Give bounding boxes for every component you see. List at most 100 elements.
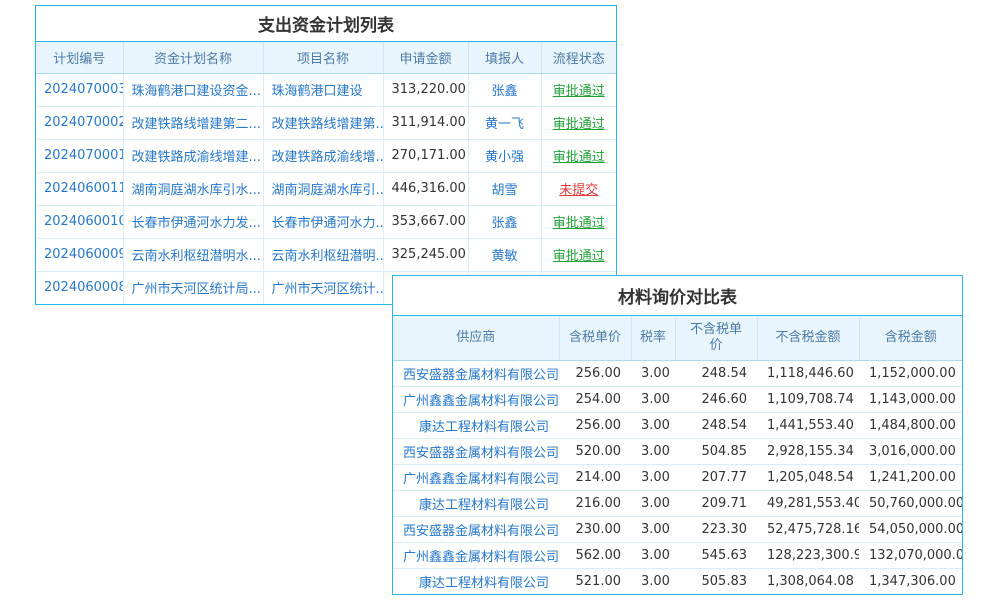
status-link[interactable]: 审批通过 [553,84,605,99]
amount-cell: 311,914.00 [383,106,468,139]
supplier-cell[interactable]: 康达工程材料有限公司 [393,568,559,594]
supplier-cell[interactable]: 西安盛器金属材料有限公司 [393,360,559,386]
table-row: 康达工程材料有限公司 521.00 3.00 505.83 1,308,064.… [393,568,962,594]
net-amount-cell: 49,281,553.40 [757,490,859,516]
expense-plan-table: 计划编号 资金计划名称 项目名称 申请金额 填报人 流程状态 202407000… [36,42,616,304]
tax-rate-cell: 3.00 [631,438,675,464]
tax-amount-cell: 1,143,000.00 [859,386,962,412]
col-header-project-name: 项目名称 [263,42,383,73]
table-row: 广州鑫鑫金属材料有限公司 562.00 3.00 545.63 128,223,… [393,542,962,568]
plan-no-cell[interactable]: 2024070001 [36,139,123,172]
status-cell: 审批通过 [541,73,616,106]
tax-amount-cell: 1,241,200.00 [859,464,962,490]
project-name-cell[interactable]: 湖南洞庭湖水库引... [263,172,383,205]
status-link[interactable]: 审批通过 [553,216,605,231]
supplier-cell[interactable]: 广州鑫鑫金属材料有限公司 [393,464,559,490]
reporter-cell[interactable]: 黄小强 [468,139,541,172]
fund-name-cell[interactable]: 改建铁路成渝线增建... [123,139,263,172]
col-header-tax-price: 含税单价 [559,316,631,360]
supplier-cell[interactable]: 康达工程材料有限公司 [393,412,559,438]
fund-name-cell[interactable]: 广州市天河区统计局... [123,271,263,304]
reporter-cell[interactable]: 黄敏 [468,238,541,271]
col-header-fund-name: 资金计划名称 [123,42,263,73]
status-cell: 审批通过 [541,238,616,271]
fund-name-cell[interactable]: 珠海鹤港口建设资金... [123,73,263,106]
project-name-cell[interactable]: 云南水利枢纽潜明... [263,238,383,271]
expense-plan-title: 支出资金计划列表 [36,6,616,42]
col-header-amount: 申请金额 [383,42,468,73]
reporter-cell[interactable]: 胡雪 [468,172,541,205]
tax-price-cell: 520.00 [559,438,631,464]
table-row: 广州鑫鑫金属材料有限公司 214.00 3.00 207.77 1,205,04… [393,464,962,490]
table-row: 2024060011 湖南洞庭湖水库引水... 湖南洞庭湖水库引... 446,… [36,172,616,205]
status-link[interactable]: 审批通过 [553,150,605,165]
net-price-cell: 504.85 [675,438,757,464]
reporter-cell[interactable]: 张鑫 [468,73,541,106]
project-name-cell[interactable]: 改建铁路成渝线增... [263,139,383,172]
status-cell: 未提交 [541,172,616,205]
status-cell: 审批通过 [541,205,616,238]
supplier-cell[interactable]: 西安盛器金属材料有限公司 [393,516,559,542]
amount-cell: 446,316.00 [383,172,468,205]
table-row: 2024070001 改建铁路成渝线增建... 改建铁路成渝线增... 270,… [36,139,616,172]
material-compare-table: 供应商 含税单价 税率 不含税单价 不含税金额 含税金额 西安盛器金属材料有限公… [393,316,962,594]
col-header-net-amount: 不含税金额 [757,316,859,360]
project-name-cell[interactable]: 珠海鹤港口建设 [263,73,383,106]
col-header-status: 流程状态 [541,42,616,73]
tax-rate-cell: 3.00 [631,464,675,490]
expense-plan-panel: 支出资金计划列表 计划编号 资金计划名称 项目名称 申请金额 填报人 流程状态 … [35,5,617,305]
material-compare-title: 材料询价对比表 [393,276,962,316]
tax-price-cell: 562.00 [559,542,631,568]
col-header-reporter: 填报人 [468,42,541,73]
project-name-cell[interactable]: 广州市天河区统计... [263,271,383,304]
supplier-cell[interactable]: 康达工程材料有限公司 [393,490,559,516]
net-price-cell: 209.71 [675,490,757,516]
tax-rate-cell: 3.00 [631,386,675,412]
table-row: 2024070003 珠海鹤港口建设资金... 珠海鹤港口建设 313,220.… [36,73,616,106]
net-price-cell: 223.30 [675,516,757,542]
net-amount-cell: 128,223,300.97 [757,542,859,568]
col-header-tax-rate: 税率 [631,316,675,360]
net-price-cell: 246.60 [675,386,757,412]
reporter-cell[interactable]: 黄一飞 [468,106,541,139]
status-cell: 审批通过 [541,139,616,172]
tax-price-cell: 521.00 [559,568,631,594]
plan-no-cell[interactable]: 2024060008 [36,271,123,304]
net-price-cell: 545.63 [675,542,757,568]
tax-rate-cell: 3.00 [631,360,675,386]
plan-no-cell[interactable]: 2024060009 [36,238,123,271]
fund-name-cell[interactable]: 云南水利枢纽潜明水... [123,238,263,271]
supplier-cell[interactable]: 广州鑫鑫金属材料有限公司 [393,386,559,412]
status-link[interactable]: 审批通过 [553,249,605,264]
project-name-cell[interactable]: 改建铁路线增建第... [263,106,383,139]
table-header-row: 计划编号 资金计划名称 项目名称 申请金额 填报人 流程状态 [36,42,616,73]
plan-no-cell[interactable]: 2024070003 [36,73,123,106]
tax-rate-cell: 3.00 [631,542,675,568]
project-name-cell[interactable]: 长春市伊通河水力... [263,205,383,238]
supplier-cell[interactable]: 广州鑫鑫金属材料有限公司 [393,542,559,568]
tax-price-cell: 256.00 [559,360,631,386]
fund-name-cell[interactable]: 湖南洞庭湖水库引水... [123,172,263,205]
tax-amount-cell: 50,760,000.00 [859,490,962,516]
net-amount-cell: 2,928,155.34 [757,438,859,464]
amount-cell: 270,171.00 [383,139,468,172]
col-header-tax-amount: 含税金额 [859,316,962,360]
plan-no-cell[interactable]: 2024070002 [36,106,123,139]
status-link[interactable]: 审批通过 [553,117,605,132]
plan-no-cell[interactable]: 2024060010 [36,205,123,238]
plan-no-cell[interactable]: 2024060011 [36,172,123,205]
fund-name-cell[interactable]: 长春市伊通河水力发... [123,205,263,238]
col-header-supplier: 供应商 [393,316,559,360]
tax-price-cell: 254.00 [559,386,631,412]
supplier-cell[interactable]: 西安盛器金属材料有限公司 [393,438,559,464]
amount-cell: 325,245.00 [383,238,468,271]
tax-rate-cell: 3.00 [631,568,675,594]
net-price-cell: 505.83 [675,568,757,594]
material-compare-panel: 材料询价对比表 供应商 含税单价 税率 不含税单价 不含税金额 含税金额 西安盛… [392,275,963,595]
table-row: 康达工程材料有限公司 216.00 3.00 209.71 49,281,553… [393,490,962,516]
tax-rate-cell: 3.00 [631,490,675,516]
fund-name-cell[interactable]: 改建铁路线增建第二... [123,106,263,139]
status-link[interactable]: 未提交 [559,183,598,198]
reporter-cell[interactable]: 张鑫 [468,205,541,238]
tax-rate-cell: 3.00 [631,516,675,542]
